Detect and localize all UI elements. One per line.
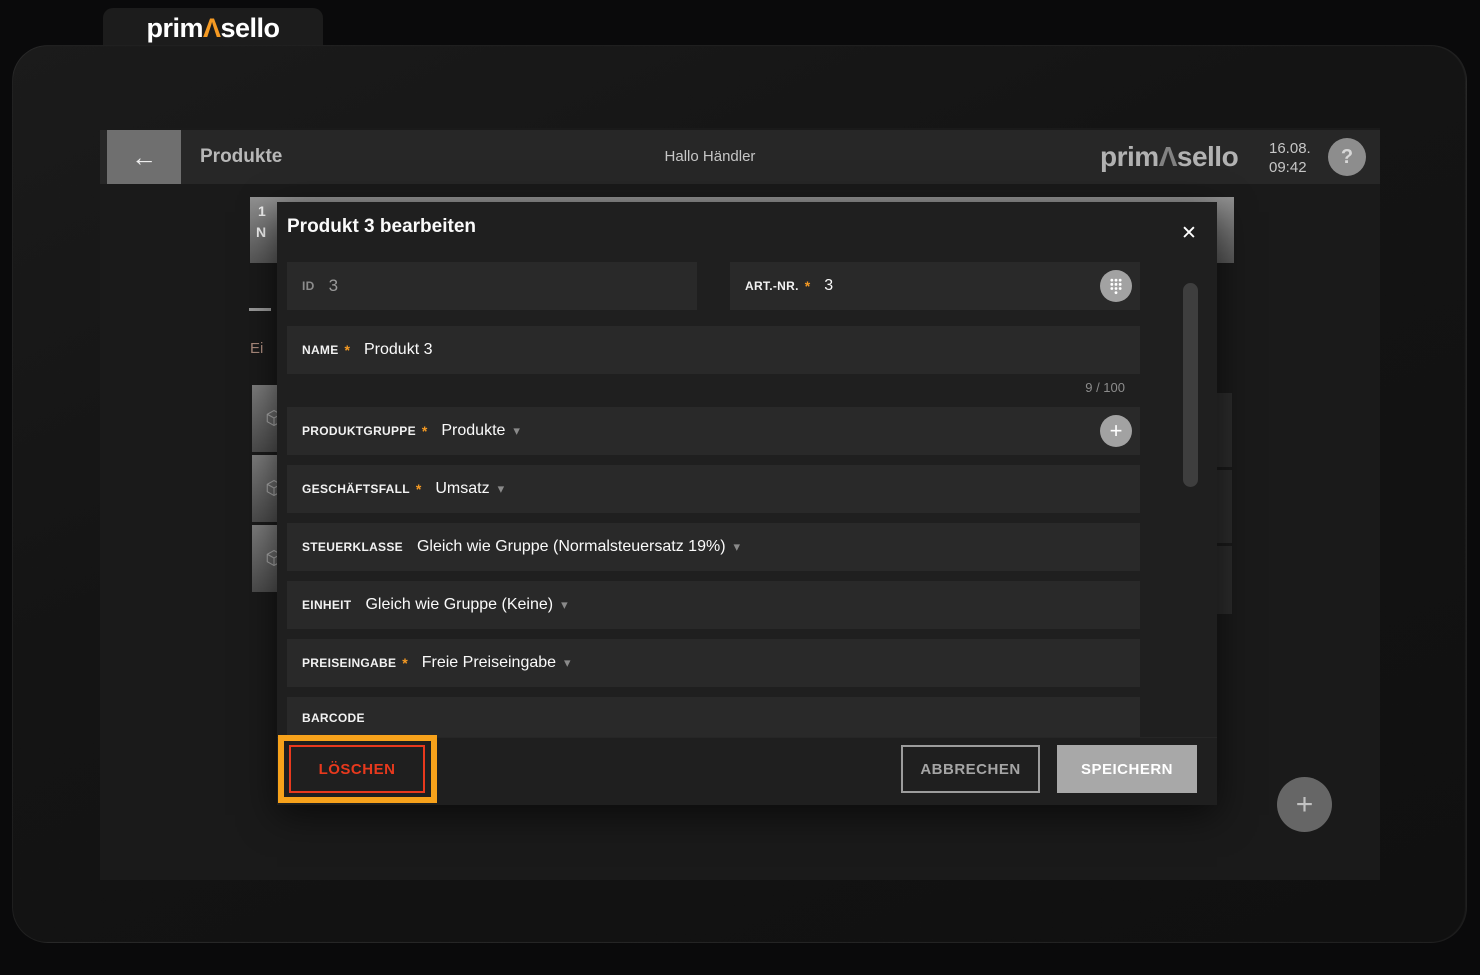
background-row-fragment bbox=[1217, 393, 1232, 467]
chevron-down-icon: ▾ bbox=[561, 597, 568, 613]
date-text: 16.08. bbox=[1269, 139, 1311, 158]
chevron-down-icon: ▾ bbox=[498, 481, 505, 497]
desktop-background: primΛsello ← Produkte Hallo Händler prim… bbox=[0, 0, 1480, 975]
barcode-label: BARCODE bbox=[302, 711, 365, 725]
chevron-down-icon: ▾ bbox=[734, 539, 741, 555]
header-brand: primΛsello bbox=[1100, 130, 1238, 184]
char-counter: 9 / 100 bbox=[990, 380, 1125, 395]
steuerklasse-dropdown[interactable]: STEUERKLASSE Gleich wie Gruppe (Normalst… bbox=[287, 523, 1140, 571]
modal-title: Produkt 3 bearbeiten bbox=[287, 216, 476, 238]
id-field: ID 3 bbox=[287, 262, 697, 310]
modal-scrollbar-thumb[interactable] bbox=[1183, 283, 1198, 487]
background-row-text: 1 bbox=[258, 203, 266, 219]
time-text: 09:42 bbox=[1269, 158, 1311, 177]
logo-prefix: prim bbox=[1100, 141, 1159, 172]
cancel-button[interactable]: ABBRECHEN bbox=[901, 745, 1040, 793]
steuerklasse-value: Gleich wie Gruppe (Normalsteuersatz 19%) bbox=[417, 538, 726, 556]
background-row-text: N bbox=[256, 224, 266, 240]
chevron-down-icon: ▾ bbox=[513, 423, 520, 439]
required-marker: * bbox=[422, 423, 427, 439]
keypad-icon bbox=[1106, 276, 1126, 296]
id-value: 3 bbox=[329, 276, 338, 296]
produktgruppe-dropdown[interactable]: PRODUKTGRUPPE * Produkte ▾ bbox=[287, 407, 1140, 455]
name-field[interactable]: NAME * Produkt 3 bbox=[287, 326, 1140, 374]
artnr-value: 3 bbox=[824, 277, 833, 295]
einheit-label: EINHEIT bbox=[302, 598, 351, 612]
produktgruppe-label: PRODUKTGRUPPE bbox=[302, 424, 416, 438]
close-icon: ✕ bbox=[1181, 222, 1197, 245]
preiseingabe-value: Freie Preiseingabe bbox=[422, 654, 556, 672]
artnr-field[interactable]: ART.-NR. * 3 bbox=[730, 262, 1140, 310]
background-tab-underline bbox=[249, 308, 271, 311]
logo-suffix: sello bbox=[221, 13, 280, 43]
help-button[interactable]: ? bbox=[1328, 138, 1366, 176]
primasello-logo: primΛsello bbox=[1100, 141, 1238, 173]
back-arrow-icon: ← bbox=[131, 142, 157, 173]
plus-icon: + bbox=[1110, 420, 1123, 442]
background-row-fragment bbox=[1217, 470, 1232, 543]
delete-button[interactable]: LÖSCHEN bbox=[289, 745, 425, 793]
datetime: 16.08. 09:42 bbox=[1269, 139, 1311, 177]
einheit-value: Gleich wie Gruppe (Keine) bbox=[365, 596, 553, 614]
page-title: Produkte bbox=[200, 130, 282, 184]
geschaeftsfall-dropdown[interactable]: GESCHÄFTSFALL * Umsatz ▾ bbox=[287, 465, 1140, 513]
logo-suffix: sello bbox=[1177, 141, 1238, 172]
add-produktgruppe-button[interactable]: + bbox=[1100, 415, 1132, 447]
geschaeftsfall-value: Umsatz bbox=[435, 480, 489, 498]
background-partial-text: Ei bbox=[250, 340, 263, 357]
steuerklasse-label: STEUERKLASSE bbox=[302, 540, 403, 554]
produktgruppe-value: Produkte bbox=[441, 422, 505, 440]
background-row-fragment bbox=[1217, 546, 1232, 614]
browser-tab[interactable]: primΛsello bbox=[103, 8, 323, 48]
logo-prefix: prim bbox=[146, 13, 203, 43]
chevron-down-icon: ▾ bbox=[564, 655, 571, 671]
plus-icon: + bbox=[1296, 788, 1314, 822]
required-marker: * bbox=[805, 278, 810, 294]
keypad-button[interactable] bbox=[1100, 270, 1132, 302]
required-marker: * bbox=[402, 655, 407, 671]
back-button[interactable]: ← bbox=[107, 130, 181, 184]
save-button[interactable]: SPEICHERN bbox=[1057, 745, 1197, 793]
logo-caret-icon: Λ bbox=[1159, 141, 1177, 172]
question-mark-icon: ? bbox=[1341, 146, 1353, 169]
geschaeftsfall-label: GESCHÄFTSFALL bbox=[302, 482, 410, 496]
required-marker: * bbox=[416, 481, 421, 497]
logo-caret-icon: Λ bbox=[203, 13, 221, 43]
greeting-text: Hallo Händler bbox=[560, 130, 860, 184]
preiseingabe-label: PREISEINGABE bbox=[302, 656, 396, 670]
preiseingabe-dropdown[interactable]: PREISEINGABE * Freie Preiseingabe ▾ bbox=[287, 639, 1140, 687]
close-button[interactable]: ✕ bbox=[1174, 218, 1204, 248]
id-label: ID bbox=[302, 279, 315, 293]
name-label: NAME bbox=[302, 343, 339, 357]
required-marker: * bbox=[345, 342, 350, 358]
artnr-label: ART.-NR. bbox=[745, 279, 799, 293]
add-product-fab[interactable]: + bbox=[1277, 777, 1332, 832]
einheit-dropdown[interactable]: EINHEIT Gleich wie Gruppe (Keine) ▾ bbox=[287, 581, 1140, 629]
name-value: Produkt 3 bbox=[364, 341, 432, 359]
primasello-logo: primΛsello bbox=[146, 13, 279, 44]
